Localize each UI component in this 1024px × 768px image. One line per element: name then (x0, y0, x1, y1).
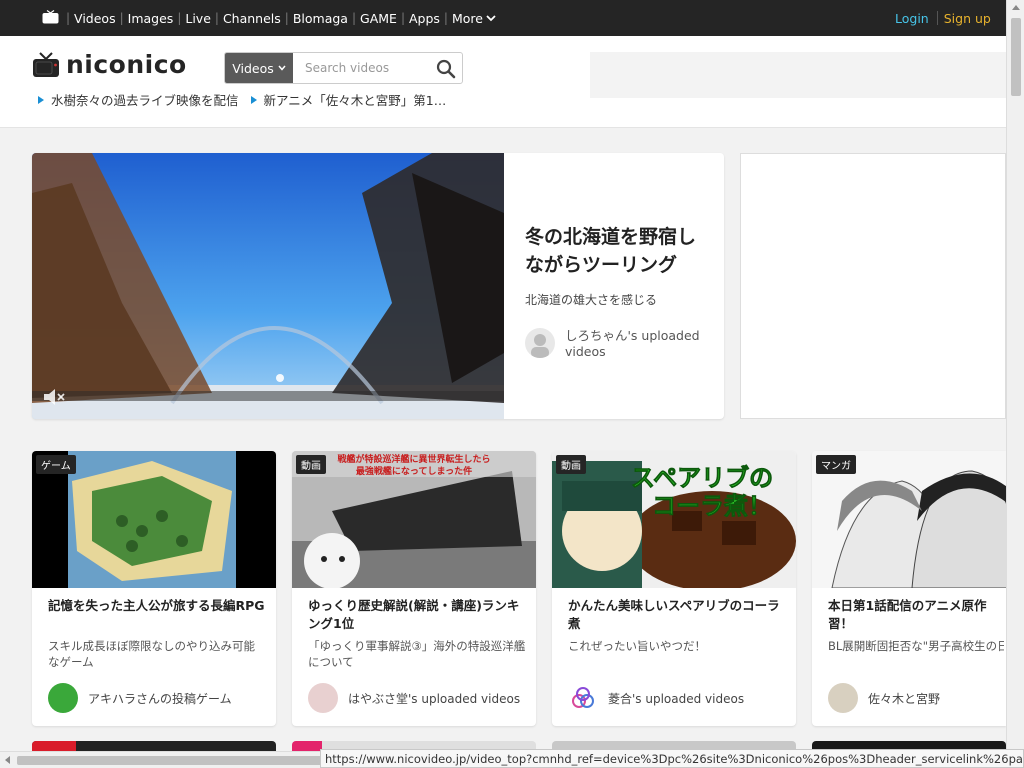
side-ad-box (740, 153, 1006, 419)
chevron-down-icon (278, 65, 286, 71)
category-tag: 動画 (296, 455, 326, 474)
status-bar-url: https://www.nicovideo.jp/video_top?cmnhd… (320, 749, 1024, 768)
nav-link-apps[interactable]: Apps (405, 11, 444, 26)
search-icon[interactable] (436, 59, 456, 79)
content-card[interactable]: マンガ 本日第1話配信のアニメ原作習！ BL展開断固拒否な"男子高校生の日常"（… (812, 451, 1006, 726)
avatar (828, 683, 858, 713)
owner-name: 佐々木と宮野 (868, 691, 941, 706)
thumbnail-caption-line-1: 戦艦が特設巡洋艦に異世界転生したら (337, 453, 490, 465)
news-item-text: 水樹奈々の過去ライブ映像を配信 (51, 93, 239, 108)
triangle-bullet-icon (250, 95, 257, 104)
card-owner[interactable]: アキハラさんの投稿ゲーム (48, 683, 232, 713)
thumbnail-caption-line-2: コーラ煮！ (652, 492, 772, 520)
card-owner[interactable]: はやぶさ堂's uploaded videos (308, 683, 520, 713)
owner-name: アキハラさんの投稿ゲーム (88, 691, 232, 706)
search-box: Videos (224, 52, 463, 84)
scroll-left-arrow-icon[interactable] (5, 756, 10, 764)
scroll-up-arrow-icon[interactable] (1012, 5, 1020, 10)
card-thumbnail: ゲーム (32, 451, 276, 588)
header-ad-placeholder (590, 52, 1006, 98)
history-video-thumbnail-image: 戦艦が特設巡洋艦に異世界転生したら 最強戦艦になってしまった件 (292, 451, 536, 588)
search-category-label: Videos (232, 60, 274, 76)
card-title: 本日第1話配信のアニメ原作習！ (828, 598, 987, 631)
avatar (568, 683, 598, 713)
content-card[interactable]: スペアリブの コーラ煮！ 動画 かんたん美味しいスペアリブのコーラ煮 これぜった… (552, 451, 796, 726)
category-tag: ゲーム (36, 455, 76, 474)
card-title: 記憶を失った主人公が旅する長編RPG (48, 598, 265, 613)
owner-name: 菱合's uploaded videos (608, 691, 745, 706)
nav-link-videos[interactable]: Videos (70, 11, 120, 26)
news-item-text: 新アニメ「佐々木と宮野」第1… (263, 93, 447, 108)
chevron-down-icon (486, 14, 496, 21)
news-ticker: 水樹奈々の過去ライブ映像を配信 新アニメ「佐々木と宮野」第1… (38, 90, 458, 109)
card-owner[interactable]: 佐々木と宮野 (828, 683, 940, 713)
featured-video-owner[interactable]: しろちゃん's uploaded videos (525, 328, 710, 360)
card-thumbnail: スペアリブの コーラ煮！ 動画 (552, 451, 796, 588)
thumbnail-caption-line-1: スペアリブの (631, 464, 773, 492)
nav-more-label: More (451, 10, 483, 26)
cooking-video-thumbnail-image: スペアリブの コーラ煮！ (552, 451, 796, 588)
featured-video-title[interactable]: 冬の北海道を野宿しながらツーリング (525, 223, 710, 279)
niconico-tv-icon[interactable] (42, 10, 59, 24)
news-item[interactable]: 水樹奈々の過去ライブ映像を配信 (38, 90, 239, 109)
search-input[interactable] (295, 54, 429, 82)
scrollbar-thumb[interactable] (1011, 18, 1021, 96)
content-card[interactable]: ゲーム 記憶を失った主人公が旅する長編RPG スキル成長ほぼ際限なしのやり込み可… (32, 451, 276, 726)
card-thumbnail: マンガ (812, 451, 1006, 588)
owner-name: しろちゃん's uploaded videos (565, 328, 700, 359)
avatar (48, 683, 78, 713)
card-description: BL展開断固拒否な"男子高校生の日常"（Boys Life） (828, 639, 1004, 653)
card-description: 「ゆっくり軍事解説③」海外の特設巡洋艦について (308, 639, 526, 669)
vertical-scrollbar[interactable] (1006, 0, 1024, 768)
card-title: ゆっくり歴史解説(解説・講座)ランキング1位 (308, 598, 520, 631)
nav-link-images[interactable]: Images (124, 11, 178, 26)
card-thumbnail: 戦艦が特設巡洋艦に異世界転生したら 最強戦艦になってしまった件 動画 (292, 451, 536, 588)
card-description: これぜったい旨いやつだ！ (568, 639, 706, 653)
thumbnail-caption-line-2: 最強戦艦になってしまった件 (356, 465, 472, 477)
avatar (525, 328, 555, 358)
featured-video-info: 冬の北海道を野宿しながらツーリング 北海道の雄大さを感じる しろちゃん's up… (525, 223, 710, 360)
nav-link-game[interactable]: GAME (356, 11, 401, 26)
nav-link-channels[interactable]: Channels (219, 11, 285, 26)
triangle-bullet-icon (38, 95, 44, 104)
search-category-select[interactable]: Videos (225, 53, 293, 83)
nav-link-live[interactable]: Live (181, 11, 215, 26)
logo-text: niconico (66, 50, 187, 79)
top-navigation-bar: | Videos | Images | Live | Channels | Bl… (0, 0, 1024, 36)
content-card[interactable]: 戦艦が特設巡洋艦に異世界転生したら 最強戦艦になってしまった件 動画 ゆっくり歴… (292, 451, 536, 726)
site-header: niconico Videos 水樹奈々の過去ライブ映像を配信 新アニメ「佐々木… (0, 36, 1006, 128)
nav-more-menu[interactable]: More (448, 11, 496, 26)
login-link[interactable]: Login (895, 11, 937, 26)
featured-video-image (32, 153, 504, 419)
niconico-tv-logo-icon (33, 51, 59, 77)
niconico-logo[interactable]: niconico (32, 50, 187, 79)
owner-name: はやぶさ堂's uploaded videos (348, 691, 521, 706)
category-tag: マンガ (816, 455, 856, 474)
avatar (308, 683, 338, 713)
card-description: スキル成長ほぼ際限なしのやり込み可能なゲーム (48, 639, 255, 669)
signup-link[interactable]: Sign up (938, 11, 991, 26)
nav-link-blomaga[interactable]: Blomaga (289, 11, 352, 26)
card-title: かんたん美味しいスペアリブのコーラ煮 (568, 598, 780, 631)
featured-video-subtitle: 北海道の雄大さを感じる (525, 293, 658, 307)
news-item[interactable]: 新アニメ「佐々木と宮野」第1… (250, 90, 447, 109)
category-tag: 動画 (556, 455, 586, 474)
featured-video-banner[interactable]: 冬の北海道を野宿しながらツーリング 北海道の雄大さを感じる しろちゃん's up… (32, 153, 724, 419)
mute-icon[interactable] (42, 387, 68, 407)
card-owner[interactable]: 菱合's uploaded videos (568, 683, 744, 713)
